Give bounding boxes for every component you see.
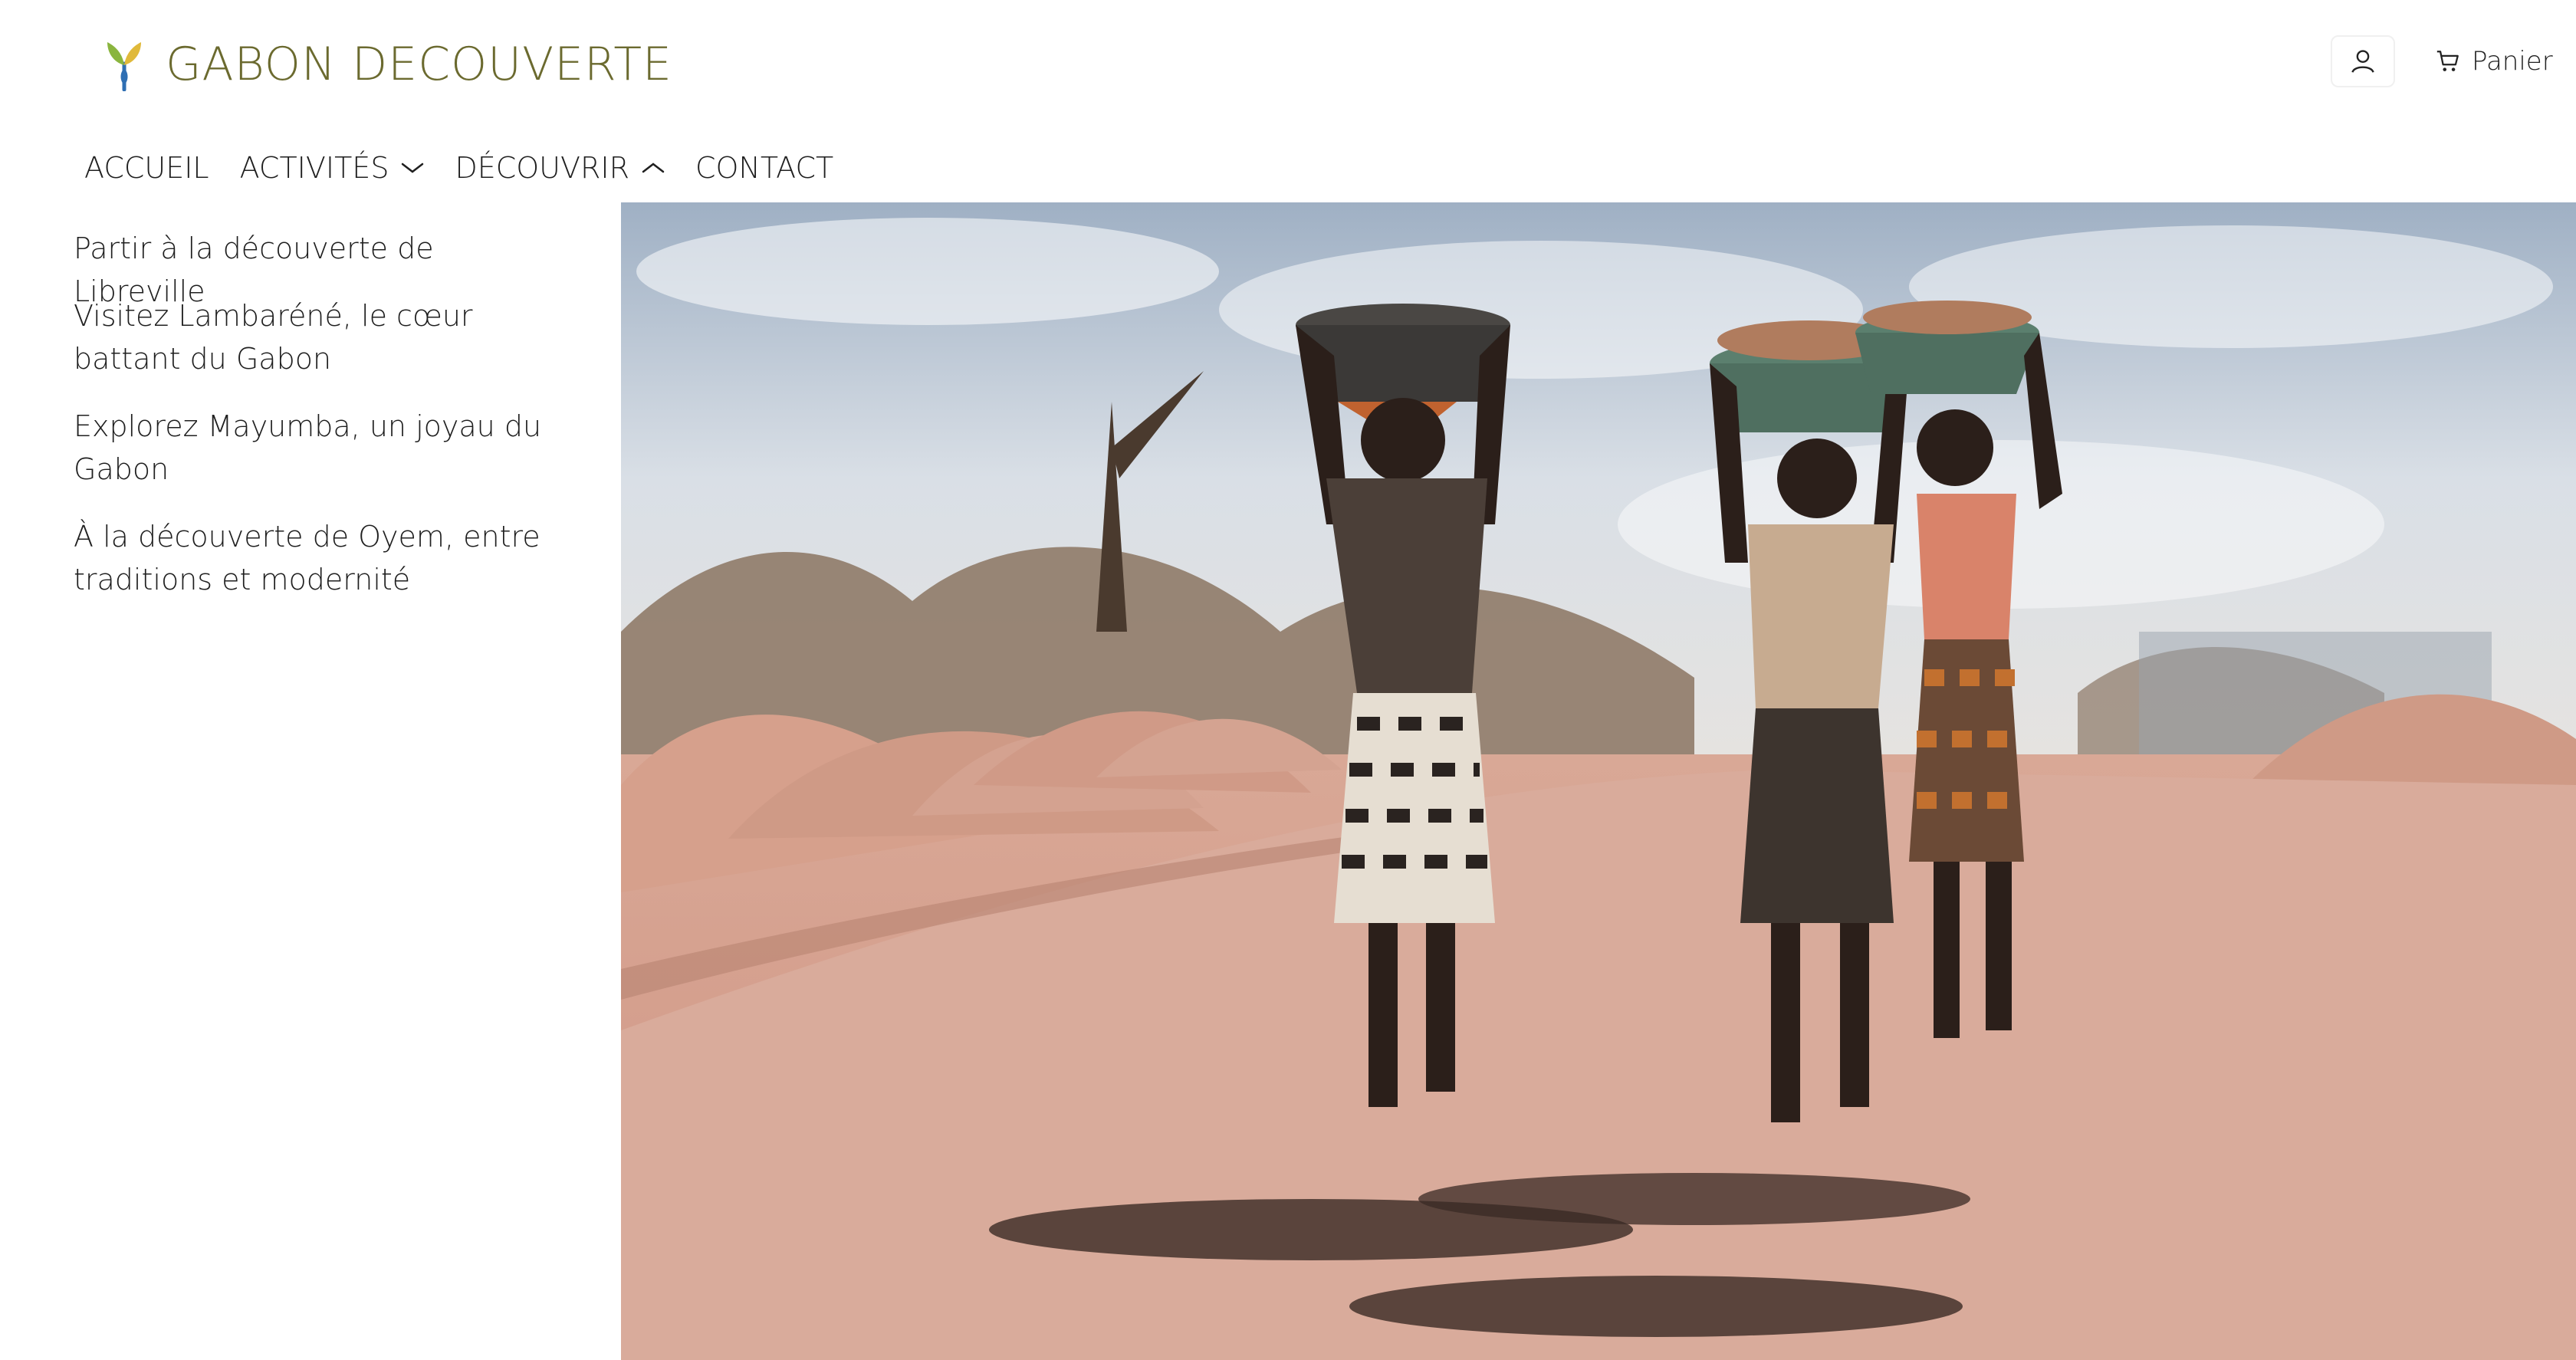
- hero-image: [621, 202, 2576, 1360]
- cart-icon: [2436, 51, 2459, 71]
- cart-button[interactable]: Panier: [2435, 37, 2553, 86]
- decouvrir-dropdown-menu: Partir à la découverte de Libreville Vis…: [0, 202, 621, 1360]
- nav-item-contact[interactable]: CONTACT: [695, 151, 833, 185]
- nav-item-label: DÉCOUVRIR: [455, 151, 629, 185]
- dropdown-item-mayumba[interactable]: Explorez Mayumba, un joyau du Gabon: [74, 405, 564, 491]
- nav-item-decouvrir[interactable]: DÉCOUVRIR: [455, 151, 665, 185]
- account-button[interactable]: [2331, 35, 2395, 87]
- user-icon: [2351, 50, 2374, 73]
- leaf-logo-icon: [107, 42, 141, 91]
- site-header: GABON DECOUVERTE Panier: [0, 0, 2576, 123]
- cart-label: Panier: [2472, 46, 2553, 77]
- brand-logo[interactable]: GABON DECOUVERTE: [103, 34, 672, 95]
- brand-name: GABON DECOUVERTE: [166, 38, 672, 91]
- nav-item-accueil[interactable]: ACCUEIL: [84, 151, 209, 185]
- nav-item-label: CONTACT: [695, 151, 834, 185]
- dropdown-item-oyem[interactable]: À la découverte de Oyem, entre tradition…: [74, 515, 564, 601]
- main-nav: ACCUEIL ACTIVITÉS DÉCOUVRIR CONTACT: [84, 144, 864, 192]
- nav-item-label: ACCUEIL: [84, 151, 209, 185]
- dropdown-item-lambarene[interactable]: Visitez Lambaréné, le cœur battant du Ga…: [74, 294, 564, 380]
- chevron-up-icon: [642, 163, 665, 173]
- chevron-down-icon: [402, 163, 424, 173]
- hero-photo-illustration: [621, 202, 2576, 1360]
- nav-item-activites[interactable]: ACTIVITÉS: [240, 151, 425, 185]
- nav-item-label: ACTIVITÉS: [239, 151, 389, 185]
